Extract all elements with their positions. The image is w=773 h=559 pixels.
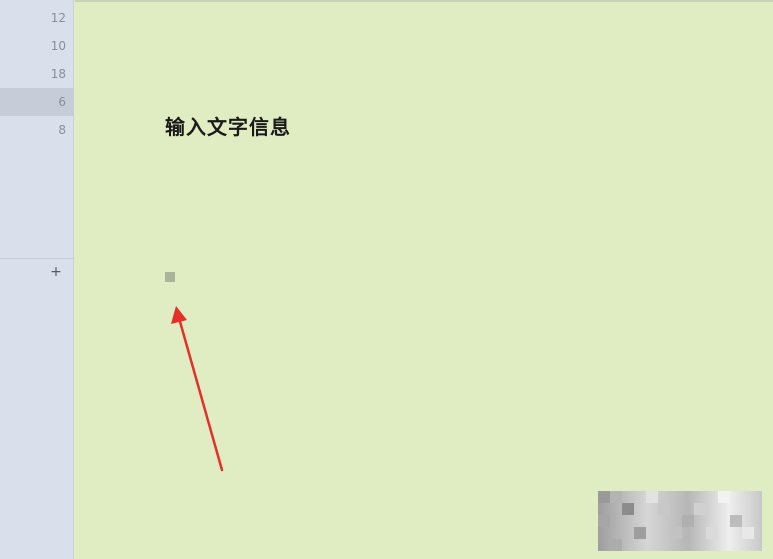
annotation-arrow-icon bbox=[171, 306, 224, 472]
editor-canvas[interactable]: 输入文字信息 bbox=[75, 0, 773, 559]
sidebar: 12 10 18 6 8 + bbox=[0, 0, 74, 559]
sidebar-item[interactable]: 12 bbox=[0, 4, 74, 32]
sidebar-list: 12 10 18 6 8 bbox=[0, 4, 74, 144]
canvas-text[interactable]: 输入文字信息 bbox=[165, 111, 291, 140]
sidebar-item[interactable]: 10 bbox=[0, 32, 74, 60]
sidebar-item-selected[interactable]: 6 bbox=[0, 88, 74, 116]
text-insertion-handle[interactable] bbox=[165, 272, 175, 282]
blurred-watermark bbox=[598, 491, 762, 551]
app-window: 12 10 18 6 8 + 输入文字信息 bbox=[0, 0, 773, 559]
sidebar-item[interactable]: 8 bbox=[0, 116, 74, 144]
sidebar-divider bbox=[0, 258, 74, 259]
add-button[interactable]: + bbox=[46, 262, 66, 282]
sidebar-item[interactable]: 18 bbox=[0, 60, 74, 88]
